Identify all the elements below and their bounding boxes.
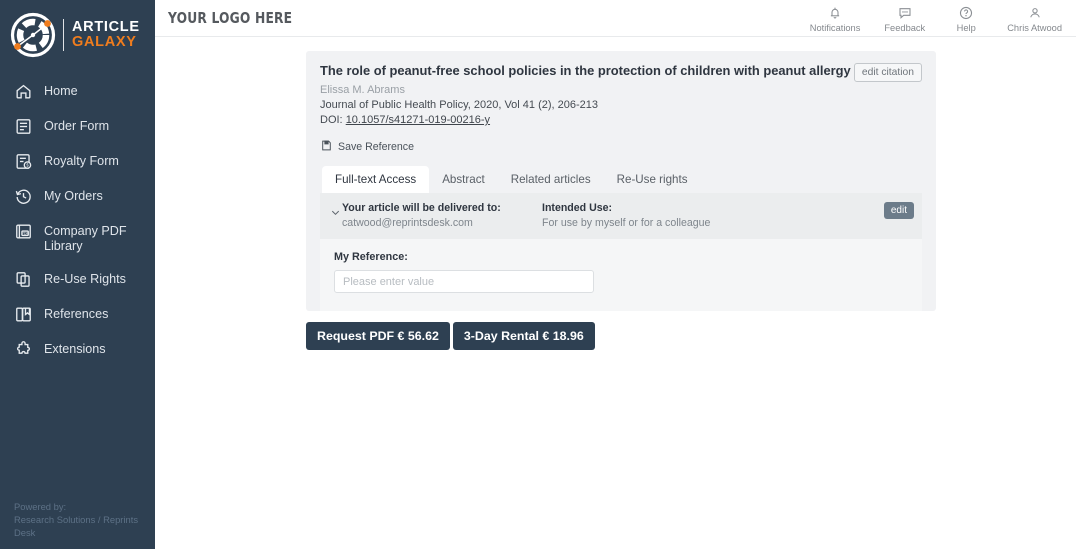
tab-abstract[interactable]: Abstract [429,166,498,193]
article-doi: DOI: 10.1057/s41271-019-00216-y [320,114,851,126]
sidebar-item-label: References [44,307,109,321]
svg-text:PDF: PDF [21,232,29,236]
sidebar-item-label: Home [44,84,78,98]
app-root: ARTICLE GALAXY Home Order Form $ Royalty… [0,0,1076,549]
sidebar-nav: Home Order Form $ Royalty Form My Orders… [0,74,155,367]
my-reference-label: My Reference: [334,251,408,263]
book-references-icon [14,305,33,324]
feedback-button[interactable]: Feedback [884,5,925,33]
powered-by-value: Research Solutions / Reprints Desk [14,514,139,538]
sidebar-item-company-pdf-library[interactable]: PDF Company PDF Library [0,214,155,262]
tablist: Full-text Access Abstract Related articl… [320,166,922,193]
action-buttons: Request PDF € 56.62 3-Day Rental € 18.96 [306,322,1076,350]
sidebar-item-label: Order Form [44,119,110,133]
delivery-destination: Your article will be delivered to: catwo… [342,202,542,229]
content-area: The role of peanut-free school policies … [155,37,1076,350]
edit-citation-button[interactable]: edit citation [853,63,922,82]
intended-use-value: For use by myself or for a colleague [542,217,711,229]
article-authors: Elissa M. Abrams [320,84,405,96]
tab-related-articles[interactable]: Related articles [498,166,604,193]
delivered-to-label: Your article will be delivered to: [342,202,501,214]
brand-divider [63,19,64,51]
full-text-access-panel: Your article will be delivered to: catwo… [320,193,922,311]
notifications-button[interactable]: Notifications [809,5,861,33]
user-account-button[interactable]: Chris Atwood [1007,5,1062,33]
sidebar-item-home[interactable]: Home [0,74,155,109]
sidebar-item-label: My Orders [44,189,103,203]
notifications-label: Notifications [809,23,861,33]
powered-by: Powered by: Research Solutions / Reprint… [14,500,155,539]
three-day-rental-button[interactable]: 3-Day Rental € 18.96 [452,322,595,350]
doi-label: DOI: [320,114,343,126]
help-button[interactable]: Help [949,5,983,33]
help-label: Help [956,23,976,33]
chevron-down-icon[interactable] [330,202,342,223]
royalty-form-icon: $ [14,152,33,171]
request-pdf-button[interactable]: Request PDF € 56.62 [306,322,450,350]
sidebar-item-label: Re-Use Rights [44,272,126,286]
save-reference-button[interactable]: Save Reference [320,139,922,155]
doi-link[interactable]: 10.1057/s41271-019-00216-y [346,114,490,126]
sidebar-item-references[interactable]: References [0,297,155,332]
tenant-logo-placeholder: YOUR LOGO HERE [168,9,293,27]
pdf-library-icon: PDF [14,222,33,241]
order-form-icon [14,117,33,136]
sidebar-item-royalty-form[interactable]: $ Royalty Form [0,144,155,179]
sidebar: ARTICLE GALAXY Home Order Form $ Royalty… [0,0,155,549]
citation-details: The role of peanut-free school policies … [320,63,851,126]
intended-use-label: Intended Use: [542,202,613,214]
sidebar-item-label: Extensions [44,342,106,356]
intended-use: Intended Use: For use by myself or for a… [542,202,914,229]
brand-line-2: GALAXY [72,34,137,50]
brand-logo[interactable]: ARTICLE GALAXY [0,0,155,62]
sidebar-item-re-use-rights[interactable]: Re-Use Rights [0,262,155,297]
powered-by-label: Powered by: [14,501,67,512]
save-bookmark-icon [320,139,333,155]
sidebar-item-label: Company PDF Library [44,224,127,253]
sidebar-item-order-form[interactable]: Order Form [0,109,155,144]
feedback-label: Feedback [884,23,926,33]
main-area: YOUR LOGO HERE Notifications Feedback He… [155,0,1076,549]
save-reference-label: Save Reference [338,141,414,153]
article-title: The role of peanut-free school policies … [320,63,851,78]
delivery-summary-row: Your article will be delivered to: catwo… [320,193,922,239]
article-galaxy-logo-icon [6,8,60,62]
topbar-actions: Notifications Feedback Help Chris Atwood [810,3,1062,33]
puzzle-extensions-icon [14,340,33,359]
sidebar-item-label: Royalty Form [44,154,119,168]
brand-line-1: ARTICLE [72,19,140,36]
edit-delivery-button[interactable]: edit [883,202,914,219]
brand-wordmark: ARTICLE GALAXY [72,20,140,50]
citation-header: The role of peanut-free school policies … [320,63,922,126]
article-journal: Journal of Public Health Policy, 2020, V… [320,99,599,111]
sidebar-item-extensions[interactable]: Extensions [0,332,155,367]
topbar: YOUR LOGO HERE Notifications Feedback He… [155,0,1076,37]
tab-full-text-access[interactable]: Full-text Access [322,166,430,193]
user-name-label: Chris Atwood [1007,23,1062,33]
history-clock-icon [14,187,33,206]
home-icon [14,82,33,101]
copy-documents-icon [14,270,33,289]
sidebar-item-my-orders[interactable]: My Orders [0,179,155,214]
tab-re-use-rights[interactable]: Re-Use rights [604,166,701,193]
my-reference-input[interactable] [334,270,594,293]
article-card: The role of peanut-free school policies … [306,51,936,311]
delivered-to-value: catwood@reprintsdesk.com [342,217,473,229]
my-reference-panel: My Reference: [320,239,922,311]
